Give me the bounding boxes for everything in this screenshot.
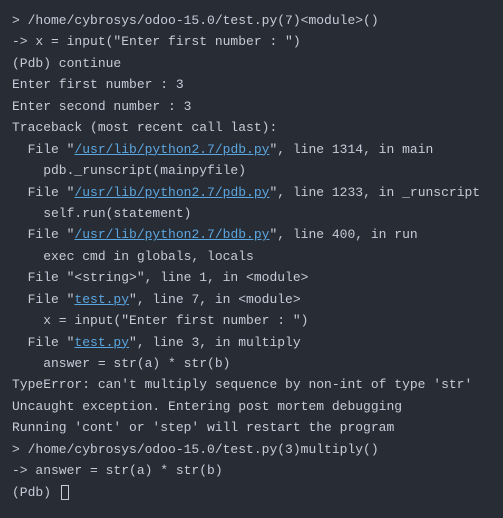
terminal-text: x = input("Enter first number : ") xyxy=(12,313,308,328)
terminal-line: > /home/cybrosys/odoo-15.0/test.py(3)mul… xyxy=(12,439,491,460)
cursor-icon xyxy=(61,485,69,500)
terminal-line: > /home/cybrosys/odoo-15.0/test.py(7)<mo… xyxy=(12,10,491,31)
terminal-line: pdb._runscript(mainpyfile) xyxy=(12,160,491,181)
terminal-text: ", line 400, in run xyxy=(269,227,417,242)
terminal-line: File "<string>", line 1, in <module> xyxy=(12,267,491,288)
terminal-text: answer = str(a) * str(b) xyxy=(12,356,230,371)
terminal-text: File " xyxy=(12,292,74,307)
terminal-line: Enter second number : 3 xyxy=(12,96,491,117)
terminal-text: File " xyxy=(12,185,74,200)
terminal-line: Enter first number : 3 xyxy=(12,74,491,95)
terminal-text: Traceback (most recent call last): xyxy=(12,120,277,135)
terminal-line: (Pdb) xyxy=(12,482,491,503)
terminal-text: Enter first number : 3 xyxy=(12,77,184,92)
terminal-line: File "/usr/lib/python2.7/pdb.py", line 1… xyxy=(12,182,491,203)
terminal-text: ", line 1314, in main xyxy=(269,142,433,157)
terminal-line: Uncaught exception. Entering post mortem… xyxy=(12,396,491,417)
terminal-text: File "<string>", line 1, in <module> xyxy=(12,270,308,285)
terminal-text: File " xyxy=(12,227,74,242)
terminal-line: x = input("Enter first number : ") xyxy=(12,310,491,331)
terminal-line: (Pdb) continue xyxy=(12,53,491,74)
terminal-text: -> answer = str(a) * str(b) xyxy=(12,463,223,478)
terminal-text: Enter second number : 3 xyxy=(12,99,191,114)
file-path-link[interactable]: /usr/lib/python2.7/pdb.py xyxy=(74,142,269,157)
terminal-line: answer = str(a) * str(b) xyxy=(12,353,491,374)
terminal-line: -> answer = str(a) * str(b) xyxy=(12,460,491,481)
terminal-text: > /home/cybrosys/odoo-15.0/test.py(3)mul… xyxy=(12,442,379,457)
terminal-line: File "test.py", line 7, in <module> xyxy=(12,289,491,310)
terminal-text: -> x = input("Enter first number : ") xyxy=(12,34,301,49)
file-path-link[interactable]: /usr/lib/python2.7/bdb.py xyxy=(74,227,269,242)
terminal-text: pdb._runscript(mainpyfile) xyxy=(12,163,246,178)
terminal-line: File "/usr/lib/python2.7/bdb.py", line 4… xyxy=(12,224,491,245)
terminal-line: File "/usr/lib/python2.7/pdb.py", line 1… xyxy=(12,139,491,160)
terminal-line: Running 'cont' or 'step' will restart th… xyxy=(12,417,491,438)
terminal-text: Uncaught exception. Entering post mortem… xyxy=(12,399,402,414)
terminal-text: File " xyxy=(12,335,74,350)
terminal-text: Running 'cont' or 'step' will restart th… xyxy=(12,420,394,435)
terminal-line: -> x = input("Enter first number : ") xyxy=(12,31,491,52)
file-path-link[interactable]: /usr/lib/python2.7/pdb.py xyxy=(74,185,269,200)
terminal-line: exec cmd in globals, locals xyxy=(12,246,491,267)
terminal-text: self.run(statement) xyxy=(12,206,191,221)
terminal-text: > /home/cybrosys/odoo-15.0/test.py(7)<mo… xyxy=(12,13,379,28)
terminal-text: ", line 1233, in _runscript xyxy=(269,185,480,200)
terminal-line: Traceback (most recent call last): xyxy=(12,117,491,138)
terminal-line: self.run(statement) xyxy=(12,203,491,224)
terminal-text: exec cmd in globals, locals xyxy=(12,249,254,264)
terminal-line: File "test.py", line 3, in multiply xyxy=(12,332,491,353)
terminal-output[interactable]: > /home/cybrosys/odoo-15.0/test.py(7)<mo… xyxy=(12,10,491,503)
terminal-text: ", line 3, in multiply xyxy=(129,335,301,350)
terminal-text: File " xyxy=(12,142,74,157)
terminal-text: TypeError: can't multiply sequence by no… xyxy=(12,377,472,392)
terminal-text: (Pdb) continue xyxy=(12,56,121,71)
terminal-text: (Pdb) xyxy=(12,485,59,500)
terminal-line: TypeError: can't multiply sequence by no… xyxy=(12,374,491,395)
file-path-link[interactable]: test.py xyxy=(74,292,129,307)
file-path-link[interactable]: test.py xyxy=(74,335,129,350)
terminal-text: ", line 7, in <module> xyxy=(129,292,301,307)
